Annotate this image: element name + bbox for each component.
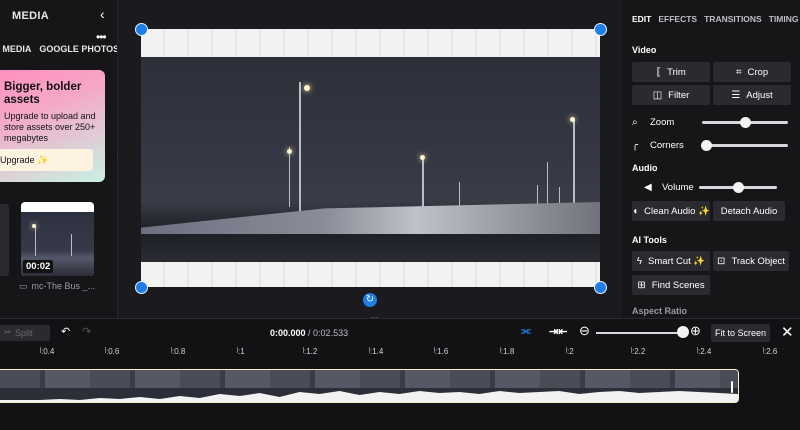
fit-timeline-icon[interactable]: ⇥⇤ [549,325,567,338]
resize-handle-top-right[interactable] [594,23,607,36]
timeline-ruler[interactable]: :0.4 :0.6 :0.8 :1 :1.2 :1.4 :1.6 :1.8 :2… [0,345,800,359]
corners-slider[interactable] [701,140,788,151]
volume-icon: ◀ [644,182,652,193]
pier-railing [141,202,600,234]
ruler-tick: :1.6 [433,347,449,356]
collapse-chevron-icon[interactable]: ‹ [100,6,105,22]
smart-cut-button[interactable]: ϟ Smart Cut ✨ [632,251,710,271]
thumbnail-label: ▭ mc-The Bus _... [19,281,96,291]
video-frame[interactable] [141,29,600,287]
media-panel-title: MEDIA [12,10,49,22]
video-editor: MEDIA ‹ ••• Y MEDIA GOOGLE PHOTOS Bigger… [0,0,800,430]
upgrade-promo-card: Bigger, bolder assets Upgrade to upload … [0,70,105,182]
zoom-row: ⌕ Zoom [632,117,675,128]
tab-my-media[interactable]: Y MEDIA [0,44,31,54]
edit-tabs: EDIT EFFECTS TRANSITIONS TIMING [632,14,798,24]
ruler-tick: :2.6 [762,347,778,356]
ai-tools-section-label: AI Tools [632,235,667,245]
media-tabs: Y MEDIA GOOGLE PHOTOS [0,44,117,54]
resize-handle-top-left[interactable] [135,23,148,36]
volume-row: ◀ Volume [644,182,694,193]
zoom-out-icon[interactable]: ⊖ [579,323,590,339]
find-scenes-icon: ⊞ [637,279,646,291]
ruler-tick: :1.8 [499,347,515,356]
crop-button[interactable]: ⌗ Crop [713,62,791,82]
corners-slider-knob[interactable] [701,140,712,151]
detach-audio-button[interactable]: Detach Audio [713,201,785,221]
zoom-icon: ⌕ [632,117,638,128]
resize-handle-bottom-right[interactable] [594,281,607,294]
tab-timing[interactable]: TIMING [769,14,799,24]
clip-filmstrip [0,370,738,388]
trim-button[interactable]: ⟦ Trim [632,62,710,82]
fit-to-screen-button[interactable]: Fit to Screen [711,324,770,342]
crop-icon: ⌗ [735,66,742,78]
tab-transitions[interactable]: TRANSITIONS [704,14,762,24]
edit-panel: EDIT EFFECTS TRANSITIONS TIMING Video ⟦ T… [622,0,800,318]
audio-section-label: Audio [632,163,658,173]
video-preview [141,57,600,262]
media-thumbnail[interactable]: 00:02 [21,202,94,276]
current-time: 0:00.000 [270,328,306,338]
timeline-toolbar: ✂ Split ↶ ↷ 0:00.000 / 0:02.533 ⫘ ⇥⇤ ⊖ ⊕ … [0,318,800,345]
corner-radius-icon: ╭ [632,140,639,151]
total-time: 0:02.533 [313,328,349,338]
volume-slider[interactable] [699,182,777,193]
media-panel: MEDIA ‹ ••• Y MEDIA GOOGLE PHOTOS Bigger… [0,0,117,318]
zoom-slider[interactable] [702,117,788,128]
rotate-icon[interactable]: ↻ [363,293,377,307]
duration-badge: 00:02 [23,260,54,273]
redo-icon[interactable]: ↷ [82,325,91,338]
video-clip[interactable] [0,369,739,403]
file-icon: ▭ [19,281,28,291]
ruler-tick: :2.4 [696,347,712,356]
ruler-tick: :1.2 [302,347,318,356]
split-icon: ✂ [4,327,12,337]
ruler-tick: :2 [566,347,574,356]
split-button[interactable]: ✂ Split [0,325,50,341]
zoom-in-icon[interactable]: ⊕ [690,323,701,339]
aspect-ratio-section-label: Aspect Ratio [632,306,688,316]
ruler-tick: :0.4 [39,347,55,356]
promo-heading: Bigger, bolder assets [4,81,82,106]
ruler-tick: :1.4 [368,347,384,356]
close-icon[interactable]: ✕ [781,323,794,341]
tab-effects[interactable]: EFFECTS [658,14,697,24]
ruler-tick: :2.2 [630,347,646,356]
snap-icon[interactable]: ⫘ [521,325,531,338]
volume-slider-knob[interactable] [733,182,744,193]
audio-waveform [0,391,738,402]
media-thumbnail-partial[interactable] [0,204,9,276]
corners-row: ╭ Corners [632,140,684,151]
trim-icon: ⟦ [656,66,662,78]
time-display: 0:00.000 / 0:02.533 [270,328,349,338]
timeline-zoom-knob[interactable] [677,326,689,338]
video-section-label: Video [632,45,657,55]
promo-body: Upgrade to upload and store assets over … [4,111,96,143]
filter-button[interactable]: ◫ Filter [632,85,710,105]
tab-google-photos[interactable]: GOOGLE PHOTOS [39,44,117,54]
ruler-tick: :1 [237,347,245,356]
adjust-button[interactable]: ☰ Adjust [713,85,791,105]
ruler-tick: :0.8 [170,347,186,356]
zoom-slider-knob[interactable] [740,117,751,128]
filter-icon: ◫ [652,89,663,101]
clean-audio-button[interactable]: ◖ Clean Audio ✨ [632,201,710,221]
tab-edit[interactable]: EDIT [632,14,651,24]
more-options-icon[interactable]: ••• [96,30,107,44]
canvas-area: ↻ ••• [118,0,622,323]
clean-audio-icon: ◖ [632,205,639,217]
adjust-icon: ☰ [731,89,741,101]
timeline-zoom-slider[interactable] [596,332,684,334]
ruler-tick: :0.6 [104,347,120,356]
track-object-icon: ⊡ [717,255,726,267]
undo-icon[interactable]: ↶ [61,325,70,338]
find-scenes-button[interactable]: ⊞ Find Scenes [632,275,710,295]
upgrade-button[interactable]: Upgrade ✨ [0,149,93,171]
resize-handle-bottom-left[interactable] [135,281,148,294]
clip-trim-handle[interactable] [731,381,733,393]
lightning-icon: ϟ [636,255,643,267]
track-object-button[interactable]: ⊡ Track Object [713,251,789,271]
